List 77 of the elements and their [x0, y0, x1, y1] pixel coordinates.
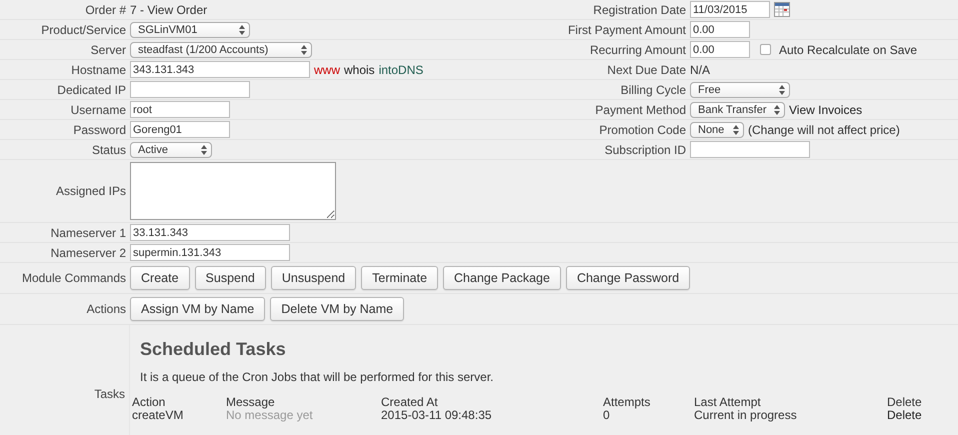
- section-title: Scheduled Tasks: [140, 339, 287, 360]
- input-field[interactable]: supermin.131.343: [130, 244, 290, 261]
- field-value: 7 - View Order: [130, 2, 208, 16]
- command-button[interactable]: Change Password: [566, 266, 690, 290]
- select-arrows-icon: [779, 84, 785, 94]
- input-field[interactable]: root: [130, 101, 230, 118]
- field-label: Password: [73, 122, 126, 136]
- field-label: Actions: [86, 302, 126, 316]
- select-dropdown[interactable]: SGLinVM01: [130, 22, 250, 38]
- table-cell-text: No message yet: [226, 409, 314, 422]
- select-dropdown[interactable]: Free: [690, 82, 790, 98]
- field-label: Username: [70, 102, 126, 116]
- field-label: Assigned IPs: [56, 184, 126, 198]
- command-button[interactable]: Change Package: [443, 266, 561, 290]
- field-label: Status: [92, 142, 126, 156]
- command-button[interactable]: Create: [130, 266, 190, 290]
- delete-link[interactable]: Delete: [887, 409, 958, 422]
- select-arrows-icon: [733, 124, 739, 134]
- field-label: Module Commands: [22, 271, 126, 285]
- table-cell-text: 2015-03-11 09:48:35: [381, 409, 493, 422]
- field-label: Subscription ID: [604, 142, 686, 156]
- field-label: Hostname: [71, 62, 126, 76]
- select-dropdown[interactable]: Bank Transfer: [690, 102, 785, 118]
- select-arrows-icon: [301, 44, 307, 54]
- lookup-link[interactable]: whois: [344, 62, 375, 76]
- lookup-link[interactable]: www: [314, 62, 340, 76]
- command-button[interactable]: Assign VM by Name: [130, 297, 266, 321]
- field-value: N/A: [690, 62, 710, 76]
- command-button[interactable]: Suspend: [194, 266, 266, 290]
- command-button[interactable]: Terminate: [361, 266, 438, 290]
- column-header: Message: [226, 396, 276, 409]
- input-field[interactable]: [130, 81, 250, 98]
- select-dropdown[interactable]: Active: [130, 142, 212, 158]
- lookup-link[interactable]: intoDNS: [378, 62, 424, 76]
- select-dropdown[interactable]: steadfast (1/200 Accounts): [130, 42, 312, 58]
- input-field[interactable]: [690, 141, 810, 158]
- column-header: Created At: [381, 396, 439, 409]
- checkbox-label: Auto Recalculate on Save: [779, 42, 918, 56]
- field-label: Nameserver 1: [50, 226, 126, 240]
- description-text: It is a queue of the Cron Jobs that will be performed for this server.: [140, 370, 495, 384]
- select-arrows-icon: [239, 24, 245, 34]
- field-label: Payment Method: [595, 102, 686, 116]
- field-label: Recurring Amount: [590, 42, 686, 56]
- field-label: Product/Service: [41, 22, 126, 36]
- command-button[interactable]: Delete VM by Name: [270, 297, 404, 321]
- field-label: Billing Cycle: [620, 82, 686, 96]
- calendar-icon[interactable]: [774, 2, 790, 17]
- field-label: Server: [90, 42, 126, 56]
- input-field[interactable]: 33.131.343: [130, 224, 290, 241]
- view-invoices-link[interactable]: View Invoices: [789, 102, 862, 116]
- table-cell-text: createVM: [132, 409, 184, 422]
- table-cell-text: 0: [603, 409, 610, 422]
- command-button[interactable]: Unsuspend: [270, 266, 356, 290]
- field-label: First Payment Amount: [568, 22, 686, 36]
- column-header: Last Attempt: [694, 396, 762, 409]
- field-label: Next Due Date: [607, 62, 686, 76]
- field-label: Nameserver 2: [50, 246, 126, 260]
- select-arrows-icon: [201, 144, 207, 154]
- column-header: Delete: [887, 396, 923, 409]
- checkbox[interactable]: [760, 44, 771, 55]
- column-header: Action: [132, 396, 166, 409]
- field-label: Dedicated IP: [57, 82, 126, 96]
- field-label: Tasks: [94, 387, 125, 401]
- input-field[interactable]: Goreng01: [130, 121, 230, 138]
- input-field[interactable]: 343.131.343: [130, 61, 310, 78]
- field-label: Promotion Code: [599, 122, 686, 136]
- input-field[interactable]: 0.00: [690, 41, 750, 58]
- table-cell-text: Current in progress: [694, 409, 798, 422]
- note-text: (Change will not affect price): [748, 122, 900, 136]
- select-dropdown[interactable]: None: [690, 122, 744, 138]
- select-arrows-icon: [774, 104, 780, 114]
- field-label: Registration Date: [593, 2, 686, 16]
- field-label: Order #: [85, 2, 126, 16]
- date-field[interactable]: 11/03/2015: [690, 1, 770, 18]
- input-field[interactable]: 0.00: [690, 21, 750, 38]
- column-header: Attempts: [603, 396, 652, 409]
- assigned-ips-textarea[interactable]: [130, 162, 336, 220]
